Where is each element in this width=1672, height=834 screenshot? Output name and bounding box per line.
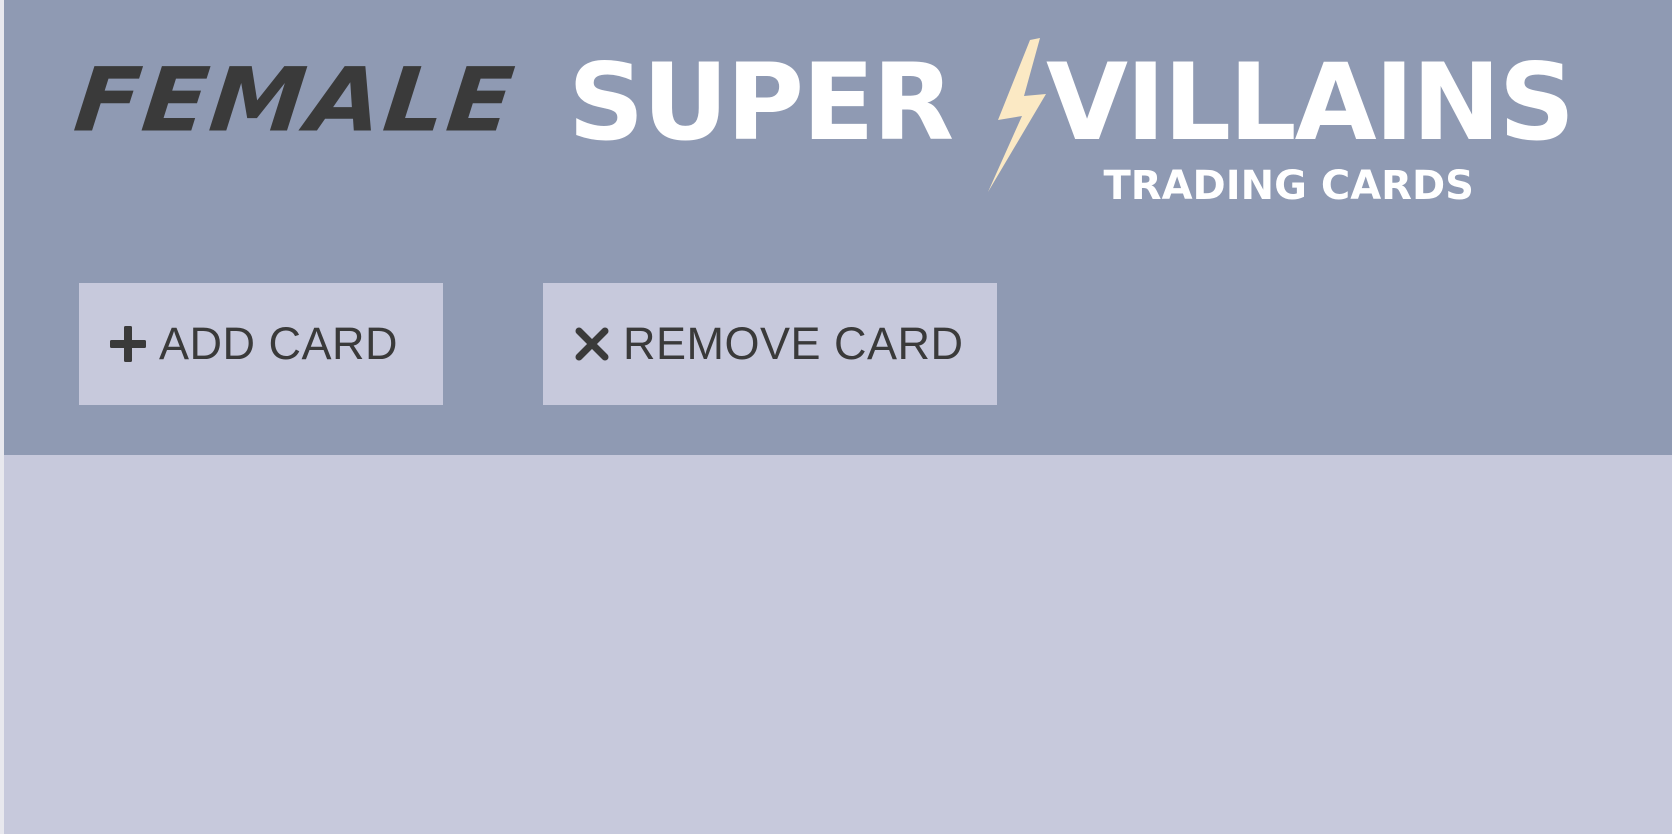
add-card-button[interactable]: ADD CARD — [79, 283, 443, 405]
header-banner: FEMALE SUPER VILLAINS TRADING CARDS ADD … — [4, 0, 1672, 455]
logo-word-female: FEMALE — [69, 48, 521, 152]
plus-icon — [107, 323, 149, 365]
add-card-label: ADD CARD — [159, 318, 399, 369]
logo-word-villains: VILLAINS — [1046, 41, 1575, 164]
site-logo: FEMALE SUPER VILLAINS TRADING CARDS — [70, 34, 1590, 208]
remove-card-label: REMOVE CARD — [623, 318, 964, 369]
remove-card-button[interactable]: REMOVE CARD — [543, 283, 997, 405]
logo-subtitle: TRADING CARDS — [1103, 163, 1475, 209]
app-page: FEMALE SUPER VILLAINS TRADING CARDS ADD … — [4, 0, 1672, 834]
logo-word-super: SUPER — [568, 41, 954, 164]
close-icon — [571, 323, 613, 365]
